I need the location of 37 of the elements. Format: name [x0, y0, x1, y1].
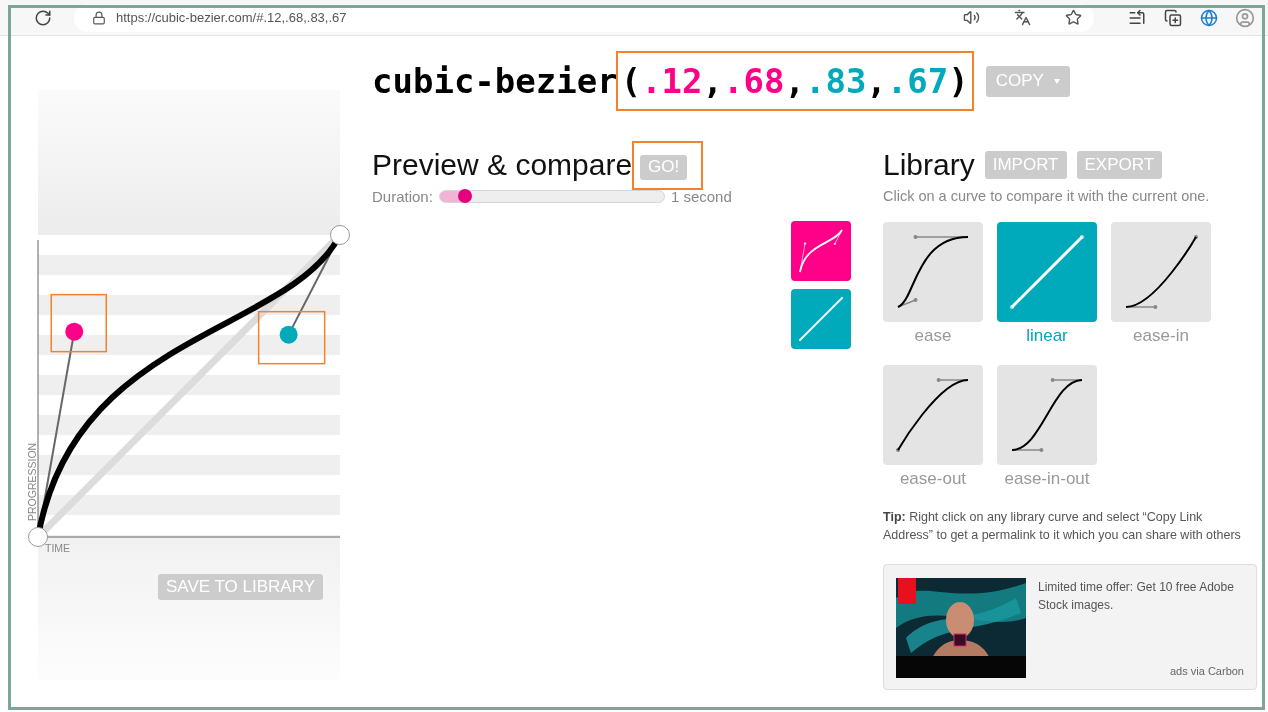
function-name: cubic-bezier	[372, 61, 618, 101]
library-curve-tile[interactable]	[997, 222, 1097, 322]
curve-name: ease-out	[899, 469, 967, 489]
curve-drawing	[798, 296, 844, 342]
duration-label: Duration:	[372, 188, 433, 205]
duration-value: 1 second	[670, 188, 732, 205]
ad-text: Limited time offer: Get 10 free Adobe Stock images.	[1038, 579, 1235, 614]
compare-curve-tile[interactable]	[791, 289, 851, 349]
duration-slider[interactable]	[438, 190, 665, 203]
endpoint-handle[interactable]	[330, 225, 350, 245]
speaker-icon[interactable]	[963, 9, 980, 26]
curve-name: ease-in	[1133, 326, 1189, 346]
lock-icon	[92, 10, 106, 25]
axis-label: TIME	[45, 542, 71, 554]
curve-name: ease	[914, 326, 952, 346]
ad-card[interactable]: Limited time offer: Get 10 free Adobe Stock images. ads via Carbon	[883, 564, 1257, 690]
curve-name: linear	[1026, 326, 1068, 346]
library-curve-tile[interactable]	[883, 222, 983, 322]
star-icon[interactable]	[1065, 9, 1082, 26]
curve-drawing	[799, 229, 843, 273]
control-handle[interactable]	[279, 325, 298, 344]
axis-label: PROGRESSION	[26, 442, 38, 521]
function-arguments: (.12,.68,.83,.67)	[619, 60, 970, 103]
library-hint: Click on a curve to compare it with the current one.	[883, 188, 1211, 204]
caret-icon	[1053, 78, 1060, 84]
ad-credit[interactable]: ads via Carbon	[1170, 665, 1244, 677]
library-curve-tile[interactable]	[883, 365, 983, 465]
library-curve-tile[interactable]	[1111, 222, 1211, 322]
compare-curve-tile[interactable]	[791, 221, 851, 281]
translate-icon[interactable]	[1014, 9, 1031, 26]
tip-text: Tip: Right click on any library curve and select “Copy Link Address” to get a permalink to it which you can share with others	[883, 509, 1242, 544]
section-heading: Library	[883, 148, 975, 182]
section-heading: Preview & compare	[372, 148, 633, 182]
control-handle[interactable]	[65, 322, 84, 341]
curve-name: ease-in-out	[1004, 469, 1090, 489]
library-curve-tile[interactable]	[997, 365, 1097, 465]
url-text: https://cubic-bezier.com/#.12,.68,.83,.67	[116, 10, 347, 25]
